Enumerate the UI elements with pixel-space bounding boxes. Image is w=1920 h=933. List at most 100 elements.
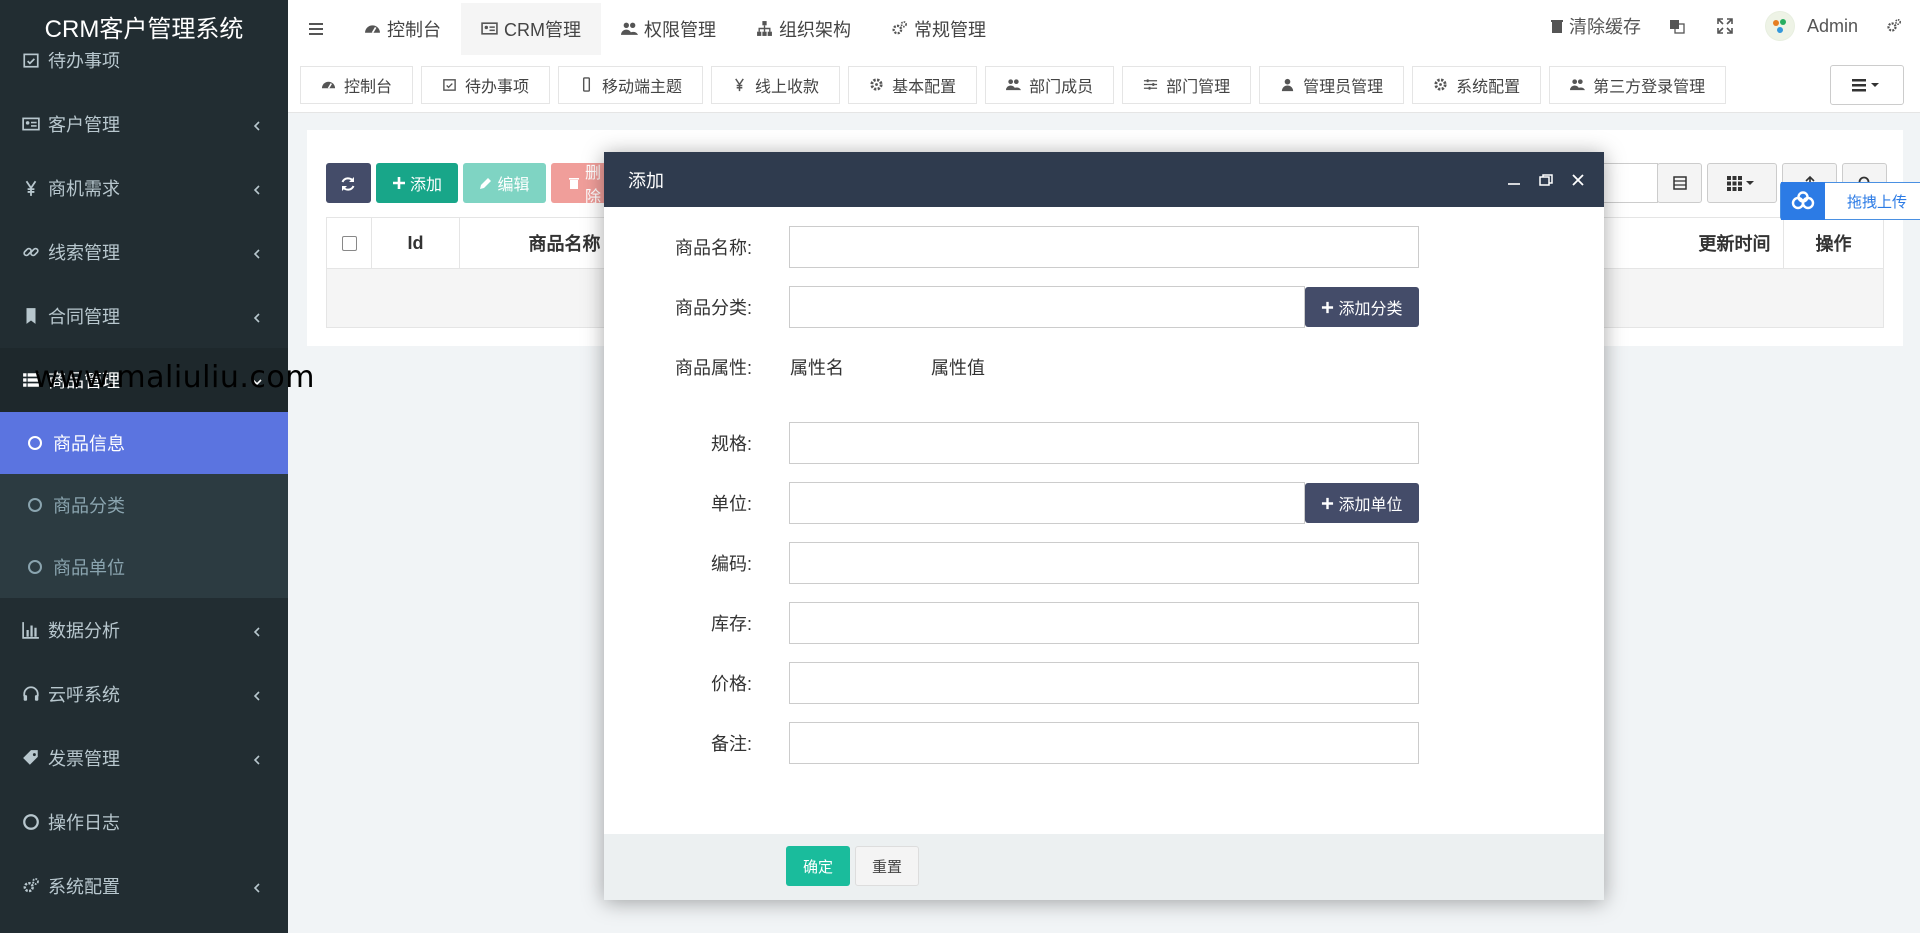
id-card-icon [22, 115, 40, 133]
chevron-left-icon [250, 623, 264, 637]
minimize-icon[interactable] [1506, 172, 1522, 188]
tab-label: 系统配置 [1456, 78, 1521, 96]
field-label-spec: 规格: [710, 434, 752, 454]
sidebar-item-system-config[interactable]: 系统配置 [0, 854, 288, 918]
tab-label: 待办事项 [465, 78, 530, 96]
field-label-price: 价格: [710, 674, 752, 694]
topnav-organization[interactable]: 组织架构 [736, 3, 871, 55]
product-name-input[interactable] [789, 226, 1419, 268]
users-icon [621, 20, 638, 37]
submenu-item-product-info[interactable]: 商品信息 [0, 412, 288, 474]
plus-icon [1321, 497, 1334, 510]
sidebar-item-customers[interactable]: 客户管理 [0, 92, 288, 156]
bar-chart-icon [22, 621, 40, 639]
submenu-item-product-category[interactable]: 商品分类 [0, 474, 288, 536]
product-category-input[interactable] [789, 286, 1305, 328]
attr-name-header: 属性名 [790, 358, 844, 378]
refresh-icon [340, 176, 354, 191]
submenu-item-label: 商品信息 [53, 434, 125, 454]
refresh-button[interactable] [326, 163, 371, 203]
dialog-header: 添加 [604, 152, 1604, 207]
clear-cache-label: 清除缓存 [1568, 17, 1641, 37]
columns-button[interactable] [1707, 163, 1777, 203]
stock-input[interactable] [789, 602, 1419, 644]
spec-input[interactable] [789, 422, 1419, 464]
link-icon [22, 243, 40, 261]
field-label-code: 编码: [710, 554, 752, 574]
trash-icon [567, 176, 581, 190]
app-title: CRM客户管理系统 [0, 0, 288, 52]
remark-input[interactable] [789, 722, 1419, 764]
sliders-icon [1143, 77, 1158, 92]
tab-dept-management[interactable]: 部门管理 [1122, 65, 1252, 104]
select-all-checkbox[interactable] [341, 235, 357, 251]
close-icon[interactable] [1570, 172, 1586, 188]
sidebar-item-leads[interactable]: 线索管理 [0, 220, 288, 284]
sidebar-item-cloud-call[interactable]: 云呼系统 [0, 662, 288, 726]
edit-button[interactable]: 编辑 [463, 163, 546, 203]
user-name: Admin [1806, 15, 1858, 36]
topnav-label: 控制台 [387, 19, 441, 40]
reset-button[interactable]: 重置 [855, 846, 919, 886]
sidebar-item-contracts[interactable]: 合同管理 [0, 284, 288, 348]
add-category-button[interactable]: 添加分类 [1305, 287, 1419, 327]
dialog-title: 添加 [628, 170, 664, 191]
dashboard-icon [364, 20, 381, 37]
topnav-permissions[interactable]: 权限管理 [601, 3, 736, 55]
sidebar-item-invoices[interactable]: 发票管理 [0, 726, 288, 790]
delete-button[interactable]: 删除 [551, 163, 611, 206]
tab-admin-management[interactable]: 管理员管理 [1259, 65, 1405, 104]
tab-third-party-login[interactable]: 第三方登录管理 [1549, 65, 1727, 104]
form-row-stock: 库存: [604, 602, 1604, 644]
dialog-footer: 确定 重置 [604, 834, 1604, 900]
column-header-updated[interactable]: 更新时间 [1686, 217, 1784, 269]
tab-label: 移动端主题 [602, 78, 683, 96]
sidebar-item-opportunities[interactable]: 商机需求 [0, 156, 288, 220]
sidebar-item-operation-log[interactable]: 操作日志 [0, 790, 288, 854]
fullscreen-icon [1717, 18, 1733, 34]
user-menu[interactable]: Admin [1751, 0, 1872, 52]
tab-dept-members[interactable]: 部门成员 [985, 65, 1115, 104]
fullscreen-button[interactable] [1703, 0, 1751, 52]
add-category-label: 添加分类 [1338, 301, 1403, 318]
sidebar-item-label: 操作日志 [48, 813, 120, 833]
tab-system-config[interactable]: 系统配置 [1412, 65, 1542, 104]
tab-dashboard[interactable]: 控制台 [300, 65, 414, 104]
submenu-item-product-unit[interactable]: 商品单位 [0, 536, 288, 598]
products-submenu: 商品信息 商品分类 商品单位 [0, 412, 288, 598]
topnav-label: CRM管理 [504, 19, 581, 40]
field-label-unit: 单位: [710, 494, 752, 514]
unit-input[interactable] [789, 482, 1305, 524]
add-unit-button[interactable]: 添加单位 [1305, 483, 1419, 523]
add-button[interactable]: 添加 [376, 163, 458, 203]
confirm-button[interactable]: 确定 [786, 846, 850, 886]
topnav-dashboard[interactable]: 控制台 [344, 3, 461, 55]
tab-label: 基本配置 [892, 78, 957, 96]
language-button[interactable] [1655, 0, 1703, 52]
topnav-general[interactable]: 常规管理 [871, 3, 1006, 55]
tab-mobile-theme[interactable]: 移动端主题 [558, 65, 704, 104]
tab-basic-config[interactable]: 基本配置 [848, 65, 978, 104]
users-icon [1006, 77, 1022, 92]
form-row-price: 价格: [604, 662, 1604, 704]
tab-online-payment[interactable]: 线上收款 [711, 65, 841, 104]
toggle-view-button[interactable] [1657, 163, 1702, 203]
tab-label: 部门管理 [1166, 78, 1231, 96]
sidebar-item-analytics[interactable]: 数据分析 [0, 598, 288, 662]
column-header-id[interactable]: Id [372, 217, 460, 269]
sidebar-item-label: 线索管理 [48, 243, 120, 263]
sidebar-item-label: 客户管理 [48, 115, 120, 135]
maximize-icon[interactable] [1538, 172, 1554, 188]
tab-todo[interactable]: 待办事项 [421, 65, 551, 104]
clear-cache-button[interactable]: 清除缓存 [1535, 0, 1655, 52]
tab-label: 控制台 [344, 78, 393, 96]
translate-icon [1669, 18, 1685, 34]
code-input[interactable] [789, 542, 1419, 584]
sidebar-toggle-button[interactable] [288, 3, 344, 55]
topnav-crm[interactable]: CRM管理 [461, 2, 601, 55]
settings-button[interactable] [1872, 0, 1920, 52]
drag-upload-widget[interactable]: 拖拽上传 [1780, 182, 1920, 220]
search-input[interactable] [1598, 163, 1658, 203]
price-input[interactable] [789, 662, 1419, 704]
tab-options-button[interactable] [1830, 65, 1904, 105]
